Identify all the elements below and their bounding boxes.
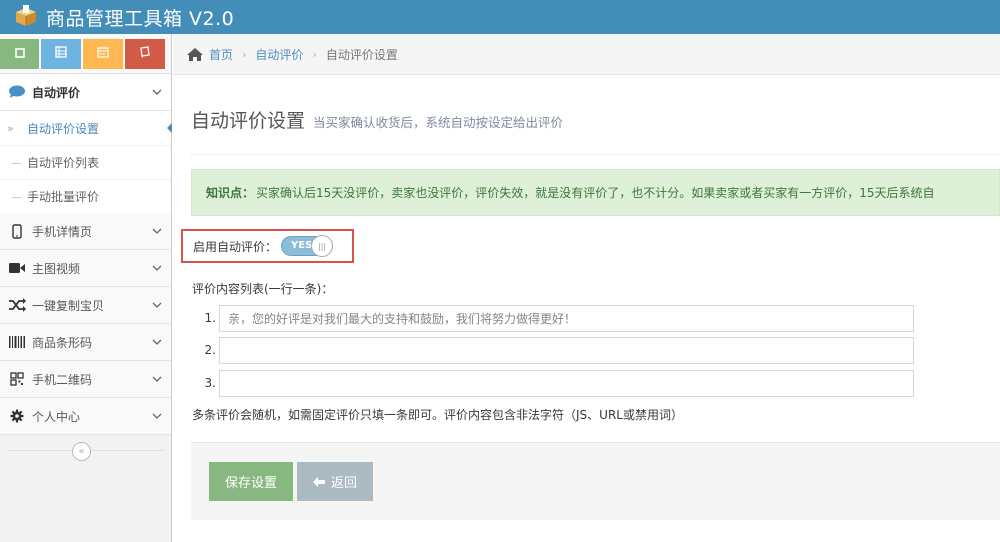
back-button[interactable]: 返回 bbox=[297, 462, 373, 501]
review-row: 2. bbox=[192, 336, 915, 364]
breadcrumb-home-link[interactable]: 首页 bbox=[209, 46, 233, 63]
home-icon[interactable] bbox=[187, 47, 203, 61]
sidebar-item-label: 商品条形码 bbox=[32, 335, 93, 350]
auto-review-toggle-row: 启用自动评价： YES ||| bbox=[181, 229, 354, 263]
chevron-down-icon bbox=[143, 376, 171, 382]
chevron-down-icon bbox=[143, 228, 171, 234]
tree-line bbox=[12, 163, 21, 164]
toggle-label: 启用自动评价： bbox=[193, 239, 278, 254]
chevron-down-icon bbox=[143, 339, 171, 345]
shortcut-button-1[interactable] bbox=[0, 38, 39, 69]
breadcrumb: 首页 › 自动评价 › 自动评价设置 bbox=[173, 34, 1000, 75]
sidebar-item-mobile-detail[interactable]: 手机详情页 bbox=[0, 213, 171, 250]
alert-text: 买家确认后15天没评价，卖家也没评价，评价失效，就是没有评价了，也不计分。如果卖… bbox=[256, 186, 935, 200]
gear-icon bbox=[2, 409, 32, 423]
collapse-sidebar-button[interactable]: « bbox=[72, 442, 91, 461]
sidebar-item-label: 主图视频 bbox=[32, 261, 81, 276]
app-title: 商品管理工具箱 V2.0 bbox=[46, 7, 235, 30]
row-number: 3. bbox=[204, 376, 216, 390]
page-subtitle: 当买家确认收货后，系统自动按设定给出评价 bbox=[313, 115, 564, 130]
save-button-label: 保存设置 bbox=[224, 476, 277, 491]
active-indicator bbox=[167, 123, 172, 133]
sidebar-subitem-manual-batch-review[interactable]: 手动批量评价 bbox=[0, 179, 171, 213]
sidebar-item-copy-product[interactable]: 一键复制宝贝 bbox=[0, 287, 171, 324]
comment-icon bbox=[2, 85, 32, 99]
chevron-down-icon bbox=[143, 89, 171, 95]
sidebar-subitem-auto-review-list[interactable]: 自动评价列表 bbox=[0, 145, 171, 179]
back-button-label: 返回 bbox=[330, 476, 357, 491]
breadcrumb-current: 自动评价设置 bbox=[325, 47, 398, 62]
tree-line bbox=[12, 197, 21, 198]
knowledge-alert: 知识点： 买家确认后15天没评价，卖家也没评价，评价失效，就是没有评价了，也不计… bbox=[191, 169, 1000, 216]
chevron-down-icon bbox=[143, 265, 171, 271]
qrcode-icon bbox=[2, 372, 32, 386]
sidebar-collapse: « bbox=[0, 442, 172, 461]
toggle-knob: ||| bbox=[311, 235, 334, 257]
arrow-left-icon bbox=[312, 476, 325, 487]
sidebar-item-label: 一键复制宝贝 bbox=[32, 298, 105, 313]
sidebar-item-label: 个人中心 bbox=[32, 409, 81, 424]
help-text: 多条评价会随机，如需固定评价只填一条即可。评价内容包含非法字符（JS、URL或禁… bbox=[192, 408, 683, 422]
divider bbox=[191, 154, 1000, 155]
main-content: 自动评价设置 当买家确认收货后，系统自动按设定给出评价 知识点： 买家确认后15… bbox=[173, 76, 1000, 542]
form-actions: 保存设置 返回 bbox=[191, 442, 1000, 520]
book-icon bbox=[139, 46, 151, 61]
review-row: 1. bbox=[192, 304, 915, 332]
sidebar-item-main-video[interactable]: 主图视频 bbox=[0, 250, 171, 287]
shortcut-button-2[interactable] bbox=[41, 38, 81, 69]
double-chevron-left-icon: « bbox=[78, 446, 85, 457]
calendar-icon bbox=[97, 46, 109, 61]
sidebar-item-qrcode[interactable]: 手机二维码 bbox=[0, 361, 171, 398]
box-logo-icon bbox=[14, 4, 38, 30]
sidebar-subitem-label: 自动评价列表 bbox=[27, 156, 100, 170]
review-content-input-1[interactable] bbox=[219, 304, 914, 332]
sidebar-item-barcode[interactable]: 商品条形码 bbox=[0, 324, 171, 361]
save-button[interactable]: 保存设置 bbox=[209, 462, 293, 501]
review-content-input-3[interactable] bbox=[219, 369, 914, 397]
breadcrumb-separator: › bbox=[242, 47, 247, 61]
sidebar-nav: 自动评价 » 自动评价设置 自动评价列表 手动批量评价 手机详情页 主图视频 一… bbox=[0, 74, 172, 435]
sidebar-item-label: 手机详情页 bbox=[32, 224, 93, 239]
brand[interactable]: 商品管理工具箱 V2.0 bbox=[14, 2, 234, 32]
page-header: 自动评价设置 当买家确认收货后，系统自动按设定给出评价 bbox=[191, 106, 563, 133]
chevron-down-icon bbox=[143, 413, 171, 419]
sidebar-subitem-label: 手动批量评价 bbox=[27, 190, 100, 204]
review-list-label: 评价内容列表(一行一条)： bbox=[192, 282, 334, 296]
mobile-icon bbox=[2, 223, 32, 239]
page-title: 自动评价设置 bbox=[191, 110, 306, 132]
top-navbar: 商品管理工具箱 V2.0 bbox=[0, 0, 1000, 34]
chevron-down-icon bbox=[143, 302, 171, 308]
review-row: 3. bbox=[192, 369, 915, 397]
sidebar-item-label: 手机二维码 bbox=[32, 372, 93, 387]
breadcrumb-separator: › bbox=[312, 47, 317, 61]
video-icon bbox=[2, 262, 32, 274]
alert-label: 知识点： bbox=[206, 186, 255, 200]
sidebar-item-auto-review[interactable]: 自动评价 bbox=[0, 74, 171, 111]
grid-icon bbox=[55, 46, 67, 61]
review-content-input-2[interactable] bbox=[219, 336, 914, 364]
row-number: 1. bbox=[204, 311, 216, 325]
sidebar-shortcuts bbox=[0, 34, 171, 74]
sidebar-item-personal-center[interactable]: 个人中心 bbox=[0, 398, 171, 435]
auto-review-toggle[interactable]: YES ||| bbox=[281, 235, 334, 257]
toggle-state-text: YES bbox=[291, 240, 313, 251]
shortcut-button-3[interactable] bbox=[83, 38, 123, 69]
sidebar-submenu: » 自动评价设置 自动评价列表 手动批量评价 bbox=[0, 111, 172, 213]
sidebar: 自动评价 » 自动评价设置 自动评价列表 手动批量评价 手机详情页 主图视频 一… bbox=[0, 34, 172, 542]
sidebar-subitem-label: 自动评价设置 bbox=[27, 121, 100, 136]
square-icon bbox=[14, 47, 25, 61]
barcode-icon bbox=[2, 335, 32, 349]
breadcrumb-section-link[interactable]: 自动评价 bbox=[255, 46, 303, 63]
row-number: 2. bbox=[204, 343, 216, 357]
shuffle-icon bbox=[2, 298, 32, 312]
shortcut-button-4[interactable] bbox=[125, 38, 165, 69]
sidebar-subitem-auto-review-settings[interactable]: » 自动评价设置 bbox=[0, 111, 172, 145]
double-chevron-right-icon: » bbox=[7, 122, 14, 135]
sidebar-item-label: 自动评价 bbox=[32, 85, 81, 100]
